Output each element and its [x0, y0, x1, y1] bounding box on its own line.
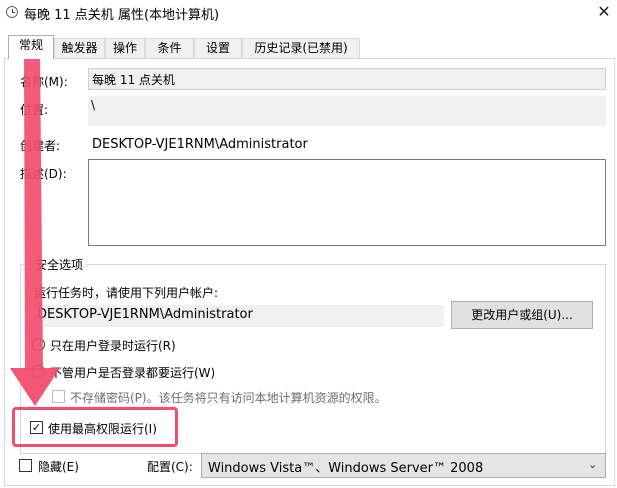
whether-logged-on-radio-label: 不管用户是否登录都要运行(W) [50, 366, 216, 380]
location-value: \ [88, 96, 606, 126]
logged-on-radio[interactable] [32, 338, 45, 351]
tab-general[interactable]: 常规 [8, 35, 54, 59]
run-as-text: 运行任务时，请使用下列用户帐户: [34, 286, 219, 300]
tab-actions[interactable]: 操作 [105, 38, 145, 58]
highlight-frame [12, 407, 178, 447]
window-title: 每晚 11 点关机 属性(本地计算机) [24, 8, 220, 23]
clock-icon [6, 6, 18, 18]
logged-on-radio-label: 只在用户登录时运行(R) [50, 339, 176, 353]
author-value: DESKTOP-VJE1RNM\Administrator [92, 137, 308, 152]
configure-dropdown[interactable]: Windows Vista™、Windows Server™ 2008 [201, 453, 606, 478]
tab-triggers[interactable]: 触发器 [54, 38, 105, 58]
author-label: 创建者: [20, 139, 61, 153]
change-user-button[interactable]: 更改用户或组(U)... [451, 301, 593, 329]
tab-history[interactable]: 历史记录(已禁用) [242, 38, 360, 58]
no-store-password-label: 不存储密码(P)。该任务将只有访问本地计算机资源的权限。 [70, 391, 387, 405]
hidden-label: 隐藏(E) [38, 460, 79, 474]
tab-settings[interactable]: 设置 [194, 38, 242, 58]
name-field[interactable]: 每晚 11 点关机 [88, 68, 606, 90]
hidden-checkbox[interactable] [19, 459, 32, 472]
chevron-down-icon: ⌄ [588, 458, 598, 471]
account-value: DESKTOP-VJE1RNM\Administrator [34, 305, 444, 327]
configure-label: 配置(C): [147, 460, 193, 474]
description-label: 描述(D): [20, 167, 67, 181]
security-options-title: 安全选项 [32, 256, 87, 273]
no-store-password-checkbox[interactable] [52, 390, 65, 403]
name-label: 名称(M): [20, 75, 68, 89]
location-label: 位置: [20, 103, 49, 117]
description-textarea[interactable] [88, 159, 606, 246]
tab-conditions[interactable]: 条件 [145, 38, 194, 58]
whether-logged-on-radio[interactable] [32, 365, 45, 378]
close-icon[interactable]: ✕ [594, 2, 614, 22]
